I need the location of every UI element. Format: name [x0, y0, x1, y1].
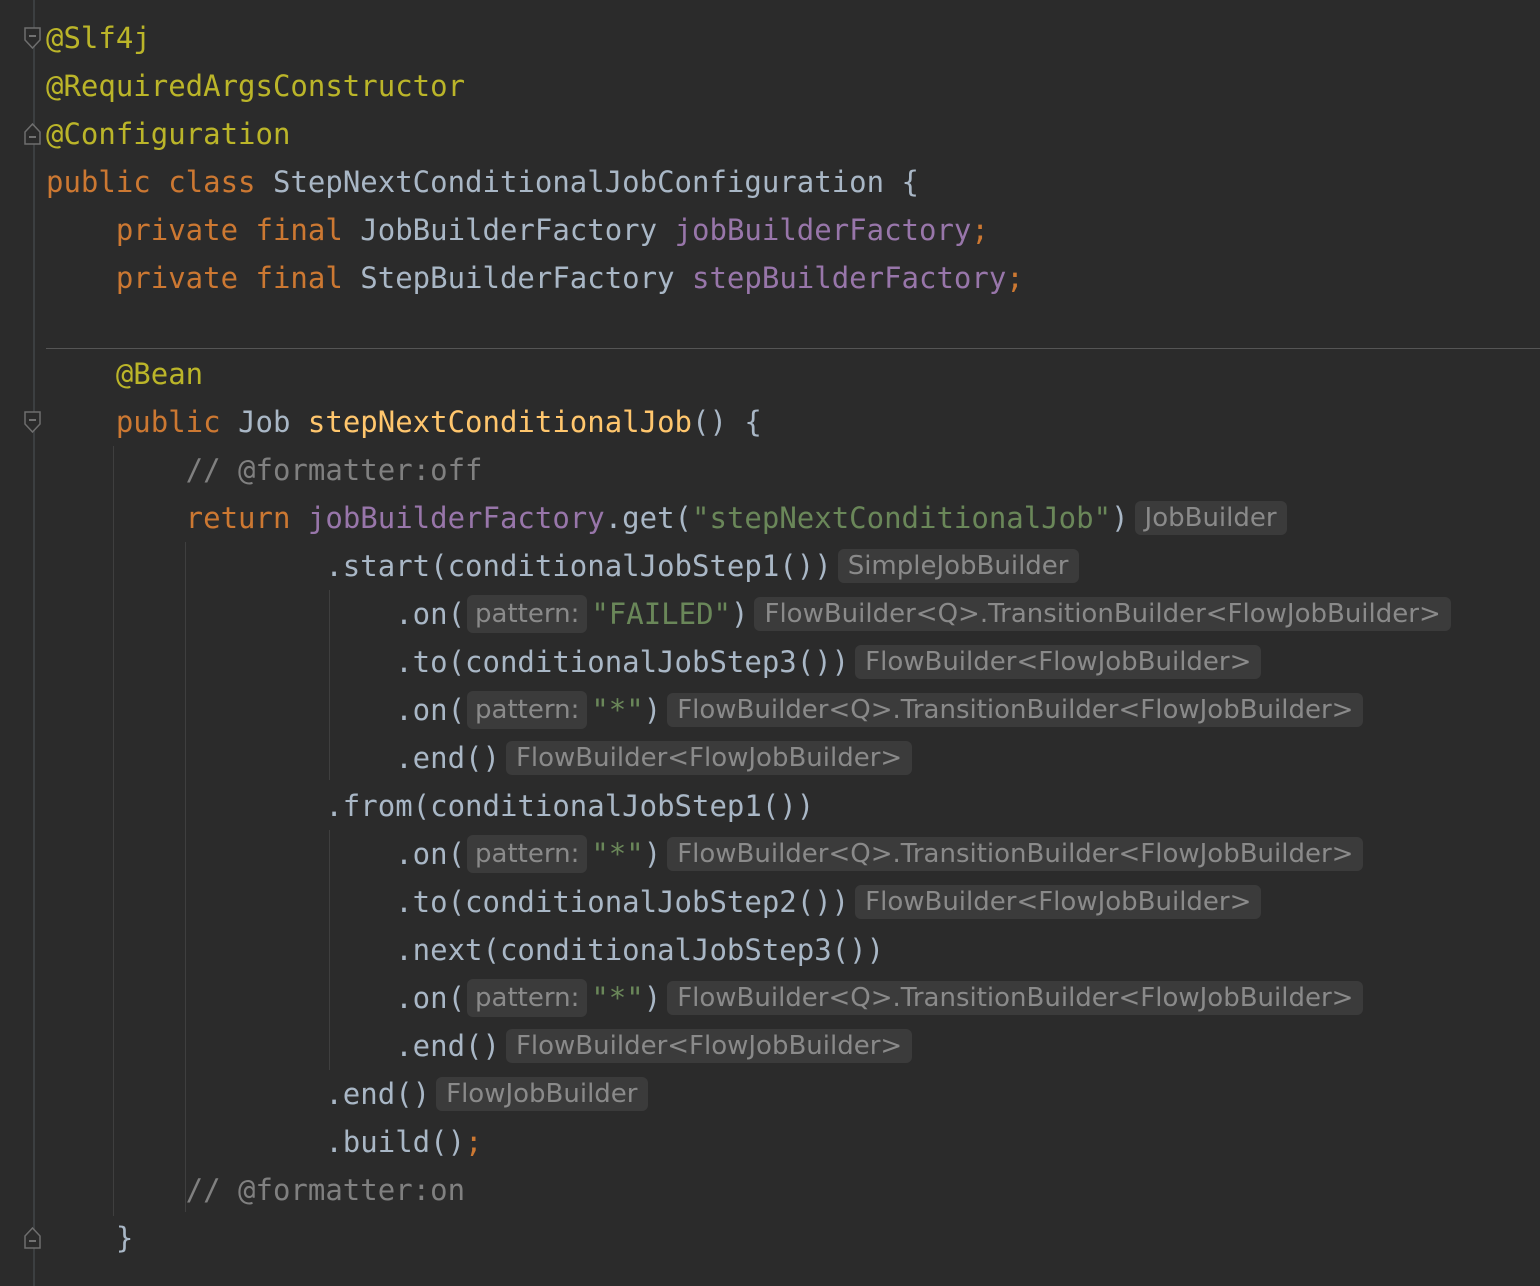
code-token: StepBuilderFactory	[360, 261, 693, 295]
fold-open-icon[interactable]	[24, 411, 42, 433]
editor-gutter[interactable]	[0, 0, 46, 1286]
code-token: .on(	[46, 981, 466, 1015]
code-line[interactable]: .end() FlowBuilder<FlowJobBuilder>	[46, 734, 913, 782]
method-separator	[46, 348, 1540, 349]
code-token: .end()	[46, 741, 500, 775]
code-editor[interactable]: @Slf4j @RequiredArgsConstructor @Configura…	[0, 0, 1540, 1286]
code-token: @Configuration	[46, 117, 291, 151]
code-token: .start(conditionalJobStep1())	[46, 549, 832, 583]
code-token: Job	[238, 405, 308, 439]
type-inlay-hint: FlowBuilder<FlowJobBuilder>	[505, 1029, 913, 1063]
code-token: JobBuilderFactory	[360, 213, 675, 247]
code-token: }	[46, 1221, 134, 1255]
code-line[interactable]: .on(pattern: "*") FlowBuilder<Q>.Transitio…	[46, 974, 1364, 1022]
code-token: // @formatter:on	[46, 1173, 466, 1207]
code-token: @Slf4j	[46, 21, 151, 55]
fold-close-icon[interactable]	[24, 1227, 42, 1249]
code-line[interactable]: .on(pattern: "*") FlowBuilder<Q>.Transitio…	[46, 686, 1364, 734]
code-token: )	[731, 597, 749, 631]
code-token: .build()	[46, 1125, 466, 1159]
code-token: .on(	[46, 693, 466, 727]
code-token: "*"	[591, 981, 644, 1015]
code-token: StepNextConditionalJobConfiguration	[272, 165, 902, 199]
code-line[interactable]: private final JobBuilderFactory jobBuild…	[46, 206, 989, 254]
type-inlay-hint: FlowBuilder<FlowJobBuilder>	[855, 885, 1262, 919]
code-token: "*"	[591, 837, 644, 871]
code-token: .on(	[46, 597, 466, 631]
code-token: public class	[46, 165, 273, 199]
code-token: "*"	[591, 693, 644, 727]
fold-close-icon[interactable]	[24, 123, 42, 145]
fold-open-icon[interactable]	[24, 27, 42, 49]
gutter-border	[33, 0, 35, 1286]
code-line[interactable]: @Bean	[46, 350, 203, 398]
code-token: // @formatter:off	[46, 453, 483, 487]
code-token: ;	[1006, 261, 1024, 295]
code-line[interactable]: @Configuration	[46, 110, 290, 158]
code-token: .from(conditionalJobStep1())	[46, 789, 815, 823]
code-line[interactable]: .on(pattern: "*") FlowBuilder<Q>.Transitio…	[46, 830, 1364, 878]
type-inlay-hint: FlowBuilder<Q>.TransitionBuilder<FlowJob…	[667, 693, 1364, 727]
type-inlay-hint: SimpleJobBuilder	[837, 549, 1079, 583]
code-line[interactable]: .end() FlowJobBuilder	[46, 1070, 648, 1118]
code-token: .end()	[46, 1077, 431, 1111]
code-line[interactable]: // @formatter:on	[46, 1166, 465, 1214]
code-line[interactable]: }	[46, 1214, 133, 1262]
type-inlay-hint: FlowBuilder<Q>.TransitionBuilder<FlowJob…	[667, 837, 1364, 871]
code-token: stepBuilderFactory	[692, 261, 1007, 295]
code-token: ;	[465, 1125, 483, 1159]
code-line[interactable]: // @formatter:off	[46, 446, 483, 494]
code-line[interactable]: .to(conditionalJobStep2()) FlowBuilder<Fl…	[46, 878, 1262, 926]
code-line[interactable]: .on(pattern: "FAILED") FlowBuilder<Q>.Tran…	[46, 590, 1451, 638]
code-line[interactable]: .start(conditionalJobStep1()) SimpleJobBu…	[46, 542, 1079, 590]
code-line[interactable]: public Job stepNextConditionalJob() {	[46, 398, 762, 446]
code-token: jobBuilderFactory	[674, 213, 972, 247]
type-inlay-hint: FlowBuilder<Q>.TransitionBuilder<FlowJob…	[667, 981, 1364, 1015]
code-line[interactable]: @Slf4j	[46, 14, 151, 62]
code-token: .to(conditionalJobStep3())	[46, 645, 850, 679]
code-token: )	[643, 981, 662, 1015]
code-token: .end()	[46, 1029, 500, 1063]
code-token: "stepNextConditionalJob"	[692, 501, 1112, 535]
type-inlay-hint: FlowBuilder<FlowJobBuilder>	[855, 645, 1262, 679]
code-token: {	[901, 165, 919, 199]
code-token: private final	[46, 213, 361, 247]
code-token: @RequiredArgsConstructor	[46, 69, 466, 103]
code-line[interactable]: .build();	[46, 1118, 483, 1166]
code-line[interactable]: private final StepBuilderFactory stepBui…	[46, 254, 1024, 302]
code-token: )	[643, 693, 662, 727]
code-line[interactable]: return jobBuilderFactory.get("stepNextCo…	[46, 494, 1287, 542]
type-inlay-hint: FlowBuilder<Q>.TransitionBuilder<FlowJob…	[754, 597, 1451, 631]
code-line[interactable]: .to(conditionalJobStep3()) FlowBuilder<Fl…	[46, 638, 1262, 686]
code-line[interactable]: .next(conditionalJobStep3())	[46, 926, 884, 974]
code-line[interactable]: @RequiredArgsConstructor	[46, 62, 465, 110]
code-token: public	[46, 405, 239, 439]
type-inlay-hint: FlowJobBuilder	[436, 1077, 648, 1111]
parameter-name-hint: pattern:	[467, 979, 588, 1017]
code-token: .on(	[46, 837, 466, 871]
type-inlay-hint: JobBuilder	[1134, 501, 1287, 535]
type-inlay-hint: FlowBuilder<FlowJobBuilder>	[505, 741, 913, 775]
code-token: return	[46, 501, 308, 535]
code-token: "FAILED"	[591, 597, 732, 631]
parameter-name-hint: pattern:	[467, 595, 588, 633]
code-line[interactable]: .from(conditionalJobStep1())	[46, 782, 814, 830]
code-token: )	[1111, 501, 1129, 535]
code-line[interactable]: public class StepNextConditionalJobConfi…	[46, 158, 919, 206]
code-token: )	[643, 837, 662, 871]
code-token: private final	[46, 261, 361, 295]
code-token: jobBuilderFactory	[307, 501, 605, 535]
code-token: () {	[692, 405, 762, 439]
code-token: .next(conditionalJobStep3())	[46, 933, 885, 967]
code-token: ;	[971, 213, 989, 247]
code-token: .get(	[604, 501, 693, 535]
code-token: stepNextConditionalJob	[307, 405, 693, 439]
code-token: @Bean	[46, 357, 204, 391]
parameter-name-hint: pattern:	[467, 691, 588, 729]
parameter-name-hint: pattern:	[467, 835, 588, 873]
code-token: .to(conditionalJobStep2())	[46, 885, 850, 919]
code-line[interactable]: .end() FlowBuilder<FlowJobBuilder>	[46, 1022, 913, 1070]
